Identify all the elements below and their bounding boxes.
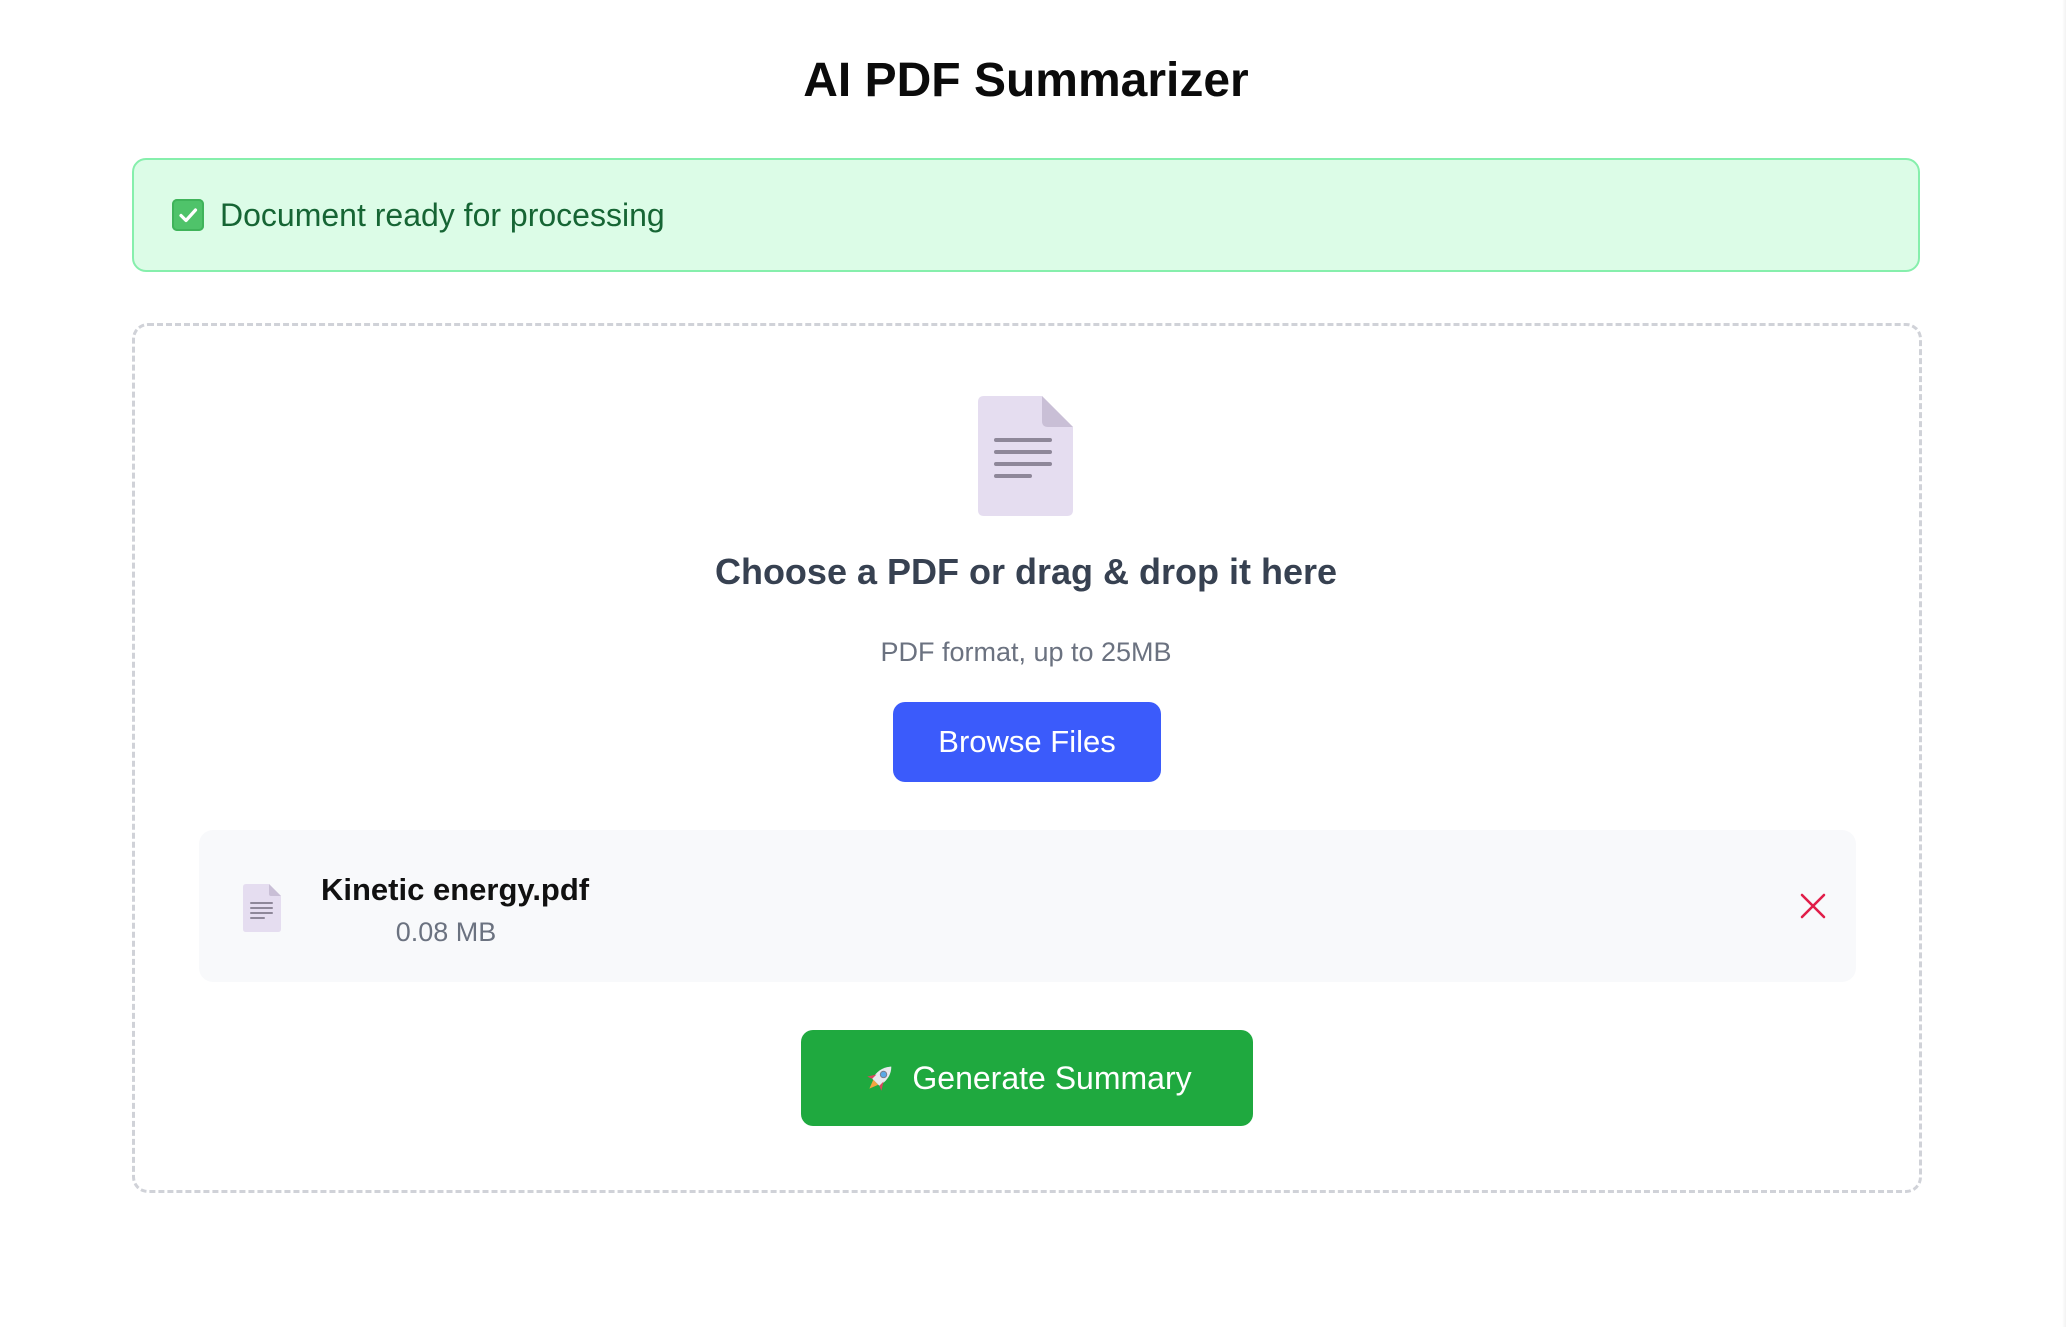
status-message: Document ready for processing xyxy=(220,196,665,233)
scrollbar-track xyxy=(2062,0,2066,1327)
document-icon xyxy=(978,396,1073,516)
generate-summary-button[interactable]: Generate Summary xyxy=(801,1030,1253,1126)
document-icon xyxy=(243,884,281,932)
upload-subtitle: PDF format, up to 25MB xyxy=(880,637,1172,667)
generate-summary-label: Generate Summary xyxy=(912,1059,1192,1096)
file-name: Kinetic energy.pdf xyxy=(321,872,590,907)
selected-file-row: Kinetic energy.pdf 0.08 MB xyxy=(199,830,1856,982)
app-page: AI PDF Summarizer Document ready for pro… xyxy=(0,0,2066,1327)
check-box-icon xyxy=(172,199,204,231)
rocket-icon xyxy=(867,1066,892,1091)
status-banner: Document ready for processing xyxy=(132,158,1920,272)
file-size: 0.08 MB xyxy=(395,917,497,947)
browse-files-button[interactable]: Browse Files xyxy=(893,702,1161,782)
close-icon xyxy=(1800,893,1826,919)
upload-title: Choose a PDF or drag & drop it here xyxy=(714,551,1338,592)
page-title: AI PDF Summarizer xyxy=(803,54,1249,107)
remove-file-button[interactable] xyxy=(1793,886,1833,926)
